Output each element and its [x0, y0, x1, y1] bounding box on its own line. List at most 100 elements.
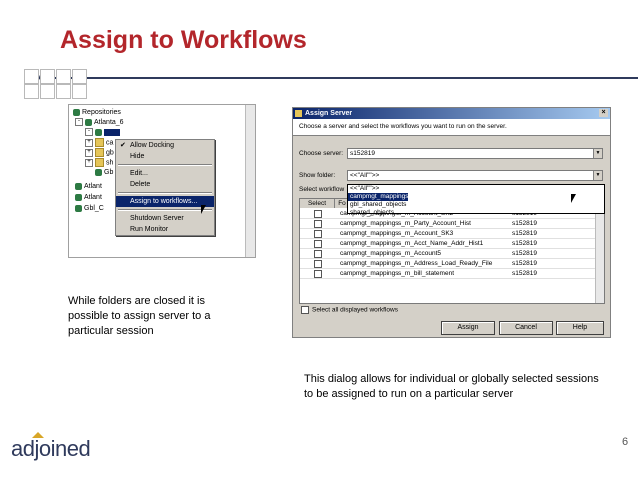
- server-select[interactable]: s152819 ▼: [347, 148, 603, 159]
- mouse-cursor-icon: [201, 205, 206, 214]
- dropdown-option[interactable]: gbl_shared_objects: [348, 201, 604, 209]
- menu-item-assign-to-workflows[interactable]: Assign to workflows...: [116, 196, 214, 207]
- workflows-label: Select workflow: [299, 186, 345, 193]
- tree-item[interactable]: + gb: [85, 148, 114, 158]
- database-icon: [75, 182, 82, 190]
- menu-item-run-monitor[interactable]: Run Monitor: [116, 224, 214, 235]
- tree-item[interactable]: + sh: [85, 158, 113, 168]
- row-folder: campmgt_mappings: [340, 250, 399, 257]
- global-object-icon: [95, 168, 102, 176]
- tree-item[interactable]: Atlant: [75, 182, 102, 192]
- row-workflow: s_m_bill_statement: [398, 270, 454, 277]
- dialog-instruction: Choose a server and select the workflows…: [293, 119, 610, 136]
- row-checkbox[interactable]: [314, 260, 322, 268]
- dropdown-option[interactable]: campmgt_mappings: [348, 193, 409, 201]
- chevron-down-icon[interactable]: ▼: [593, 149, 602, 158]
- folder-icon: [95, 148, 104, 157]
- repository-icon: [73, 108, 80, 116]
- tree-item-label: Gb: [104, 169, 114, 176]
- row-server: s152819: [512, 270, 537, 277]
- row-server: s152819: [512, 250, 537, 257]
- table-scrollbar[interactable]: [595, 208, 604, 303]
- row-server: s152819: [512, 230, 537, 237]
- folder-icon: [95, 138, 104, 147]
- app-icon: [295, 110, 302, 117]
- table-row[interactable]: campmgt_mappings s_m_Account5 s152819: [300, 249, 604, 259]
- row-workflow: s_m_Acct_Name_Addr_Hist1: [398, 240, 484, 247]
- row-checkbox[interactable]: [314, 210, 322, 218]
- menu-item-delete[interactable]: Delete: [116, 179, 214, 190]
- menu-item-label: Shutdown Server: [130, 215, 184, 222]
- folder-select[interactable]: <<"All"">> ▼: [347, 170, 603, 181]
- select-all-label: Select all displayed workflows: [312, 306, 398, 314]
- row-folder: campmgt_mappings: [340, 240, 399, 247]
- table-row[interactable]: campmgt_mappings s_m_Party_Account_Hist s1…: [300, 219, 604, 229]
- tree-item-label: ca: [106, 139, 114, 147]
- row-checkbox[interactable]: [314, 250, 322, 258]
- menu-item-label: Edit...: [130, 170, 148, 177]
- collapse-icon[interactable]: -: [85, 128, 93, 137]
- checkbox-icon[interactable]: [301, 306, 309, 314]
- menu-item-label: Run Monitor: [130, 226, 169, 233]
- menu-separator: [118, 209, 212, 211]
- page-number: 6: [622, 436, 629, 448]
- header-square: [40, 84, 55, 99]
- row-workflow: s_m_Account_SK3: [398, 230, 454, 237]
- dialog-title: Assign Server: [305, 110, 353, 117]
- tree-item-label: gb: [106, 149, 114, 157]
- help-button[interactable]: Help: [556, 321, 604, 335]
- assign-server-dialog: Assign Server × Choose a server and sele…: [292, 107, 611, 338]
- table-row[interactable]: campmgt_mappings s_m_bill_statement s15281…: [300, 269, 604, 279]
- check-icon: ✔: [120, 142, 126, 149]
- column-header-select[interactable]: Select: [300, 199, 335, 208]
- row-checkbox[interactable]: [314, 230, 322, 238]
- tree-selected-item[interactable]: -: [85, 128, 120, 138]
- table-row[interactable]: campmgt_mappings s_m_Acct_Name_Addr_Hist1…: [300, 239, 604, 249]
- menu-item-edit[interactable]: Edit...: [116, 168, 214, 179]
- header-square: [72, 69, 87, 84]
- expand-icon[interactable]: +: [85, 138, 93, 147]
- database-icon: [75, 204, 82, 212]
- expand-icon[interactable]: +: [85, 148, 93, 157]
- select-all-checkbox[interactable]: Select all displayed workflows: [301, 306, 398, 314]
- row-folder: campmgt_mappings: [340, 270, 399, 277]
- row-checkbox[interactable]: [314, 240, 322, 248]
- tree-item[interactable]: + ca: [85, 138, 113, 148]
- company-logo: adjoined: [11, 436, 91, 461]
- menu-item-allow-docking[interactable]: ✔ Allow Docking: [116, 140, 214, 151]
- collapse-icon[interactable]: -: [75, 118, 83, 127]
- tree-item-label: sh: [106, 159, 114, 167]
- assign-button[interactable]: Assign: [441, 321, 495, 335]
- cancel-button[interactable]: Cancel: [499, 321, 553, 335]
- server-label: Choose server:: [299, 150, 344, 157]
- tree-item[interactable]: Gb: [95, 168, 113, 178]
- menu-item-shutdown-server[interactable]: Shutdown Server: [116, 213, 214, 224]
- chevron-down-icon[interactable]: ▼: [593, 171, 602, 180]
- header-square: [56, 69, 71, 84]
- header-square: [72, 84, 87, 99]
- tree-root[interactable]: Repositories: [73, 108, 121, 118]
- folder-icon: [95, 158, 104, 167]
- menu-item-label: Assign to workflows...: [130, 198, 198, 205]
- tree-scrollbar[interactable]: [245, 105, 255, 257]
- context-menu: ✔ Allow Docking Hide Edit... Delete Assig…: [115, 139, 215, 236]
- tree-item[interactable]: Gbl_C: [75, 204, 104, 214]
- selected-node-label: [104, 129, 120, 136]
- expand-icon[interactable]: +: [85, 158, 93, 167]
- tree-repo-label: Atlanta_6: [94, 119, 124, 126]
- row-checkbox[interactable]: [314, 270, 322, 278]
- tree-item-label: Atlant: [84, 183, 102, 190]
- menu-item-label: Hide: [130, 153, 145, 160]
- dropdown-option[interactable]: shared_objects: [348, 209, 604, 217]
- folder-label: Show folder:: [299, 172, 336, 179]
- tree-repo[interactable]: - Atlanta_6: [75, 118, 124, 128]
- row-checkbox[interactable]: [314, 220, 322, 228]
- tree-item[interactable]: Atlant: [75, 193, 102, 203]
- menu-item-label: Delete: [130, 181, 151, 188]
- close-icon[interactable]: ×: [599, 109, 608, 117]
- table-row[interactable]: campmgt_mappings s_m_Account_SK3 s152819: [300, 229, 604, 239]
- menu-item-hide[interactable]: Hide: [116, 151, 214, 162]
- dropdown-option[interactable]: <<"All"">>: [348, 185, 604, 193]
- caption-left: While folders are closed it is possible …: [68, 295, 211, 337]
- table-row[interactable]: campmgt_mappings s_m_Address_Load_Ready_F…: [300, 259, 604, 269]
